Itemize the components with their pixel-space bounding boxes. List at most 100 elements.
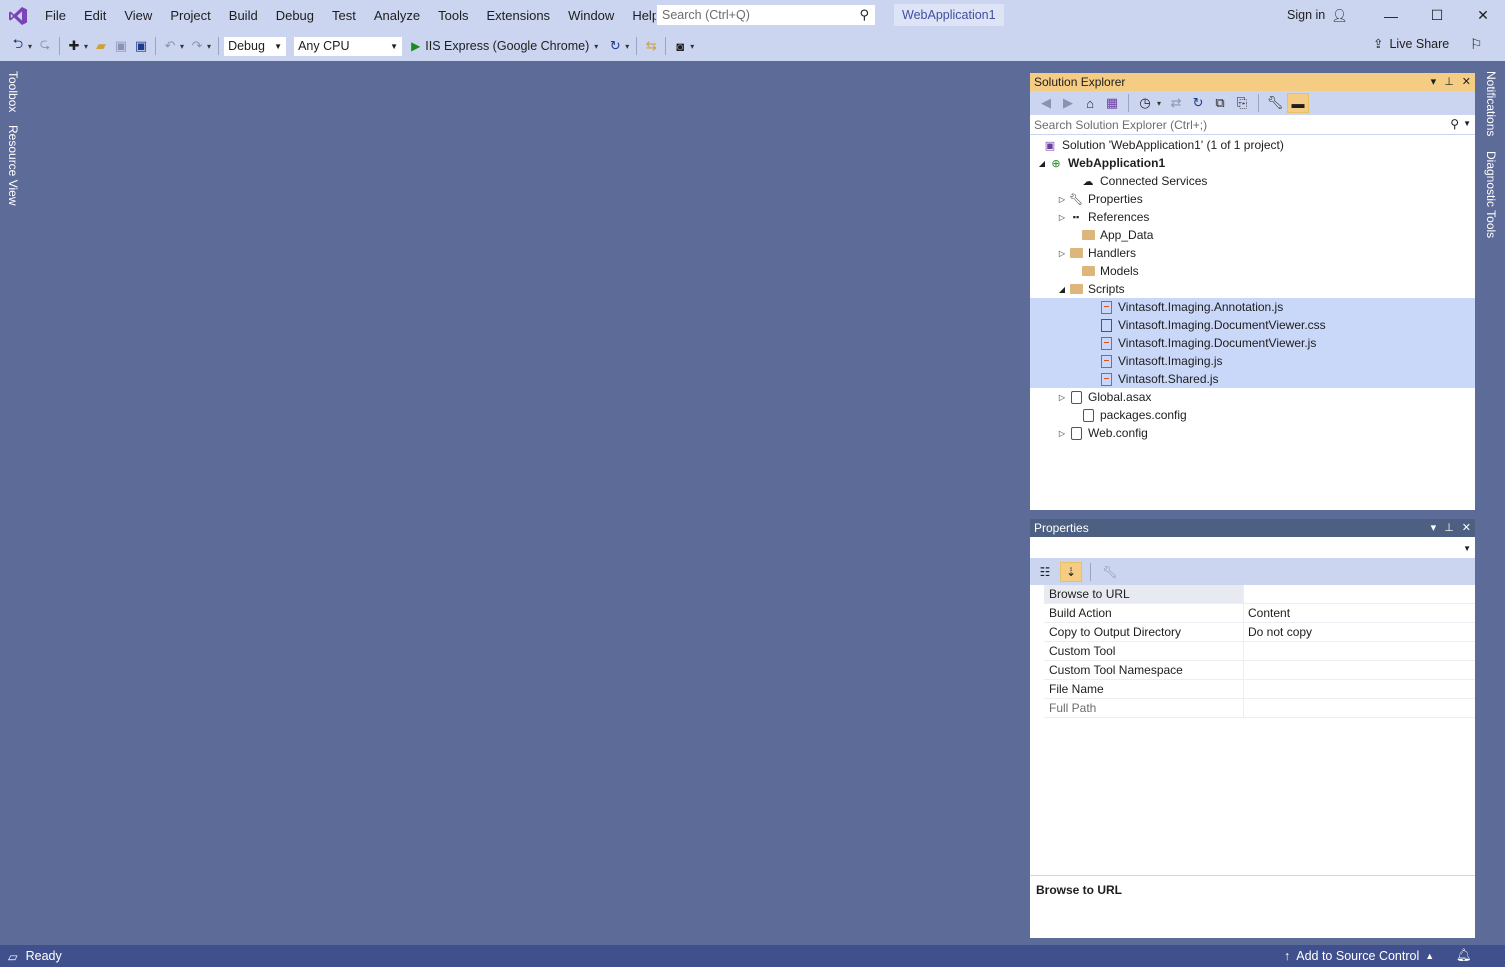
navigate-back-dropdown-icon[interactable]: ▾ (28, 42, 32, 51)
feedback-icon[interactable]: ⚐ (1470, 36, 1483, 53)
add-to-source-control-button[interactable]: ↑ Add to Source Control ▲ (1284, 945, 1434, 967)
undo-dropdown-icon[interactable]: ▾ (180, 42, 184, 51)
navigate-back-icon[interactable]: ⮌ (8, 36, 28, 56)
notification-bell-icon[interactable]: 🔔︎ (1456, 948, 1472, 963)
redo-dropdown-icon[interactable]: ▾ (207, 42, 211, 51)
menu-extensions[interactable]: Extensions (477, 0, 559, 31)
tree-item[interactable]: ☁ Connected Services (1030, 172, 1475, 190)
maximize-button[interactable]: ☐ (1414, 0, 1460, 31)
collapse-all-icon[interactable]: ⧉ (1210, 93, 1230, 113)
close-icon[interactable]: ✕ (1462, 519, 1471, 537)
solution-explorer-search-input[interactable]: Search Solution Explorer (Ctrl+;) ⚲ ▼ (1030, 115, 1475, 135)
close-button[interactable]: ✕ (1460, 0, 1505, 31)
menu-tools[interactable]: Tools (429, 0, 477, 31)
tree-item[interactable]: ▷ ▪▪ References (1030, 208, 1475, 226)
notifications-tab[interactable]: Notifications (1484, 71, 1498, 136)
object-selector[interactable]: ▼ (1030, 537, 1475, 559)
window-position-dropdown-icon[interactable]: ▾ (1431, 73, 1437, 91)
menu-analyze[interactable]: Analyze (365, 0, 429, 31)
pin-icon[interactable]: ⊥ (1444, 519, 1454, 537)
start-debugging-button[interactable]: ▶ IIS Express (Google Chrome) ▾ (411, 39, 601, 53)
redo-icon[interactable]: ↷ (187, 36, 207, 56)
open-folder-icon[interactable]: ▰ (91, 36, 111, 56)
back-icon[interactable]: ◀ (1036, 93, 1056, 113)
property-value[interactable] (1244, 680, 1475, 698)
expand-toggle-icon[interactable]: ◢ (1036, 159, 1048, 168)
browser-link-icon[interactable]: ⇆ (641, 36, 661, 56)
sign-in-button[interactable]: Sign in 👤︎ (1287, 0, 1348, 31)
filter-dropdown-icon[interactable]: ▾ (1157, 99, 1161, 108)
property-row[interactable]: Custom Tool Namespace (1044, 661, 1475, 680)
property-pages-icon[interactable]: 🔧︎ (1099, 562, 1121, 582)
undo-icon[interactable]: ↶ (160, 36, 180, 56)
tree-item[interactable]: Vintasoft.Imaging.Annotation.js (1030, 298, 1475, 316)
live-share-button[interactable]: ⇪ Live Share (1373, 36, 1449, 52)
expand-toggle-icon[interactable]: ▷ (1056, 249, 1068, 258)
tree-item[interactable]: ▣ Solution 'WebApplication1' (1 of 1 proj… (1030, 136, 1475, 154)
menu-debug[interactable]: Debug (267, 0, 323, 31)
save-icon[interactable]: ▣ (111, 36, 131, 56)
menu-edit[interactable]: Edit (75, 0, 115, 31)
menu-project[interactable]: Project (161, 0, 219, 31)
tree-item[interactable]: ▷ Global.asax (1030, 388, 1475, 406)
expand-toggle-icon[interactable]: ▷ (1056, 429, 1068, 438)
tree-item[interactable]: App_Data (1030, 226, 1475, 244)
close-icon[interactable]: ✕ (1462, 73, 1471, 91)
pending-changes-filter-icon[interactable]: ◷ (1135, 93, 1155, 113)
save-all-icon[interactable]: ▣ (131, 36, 151, 56)
sync-icon[interactable]: ⇄ (1166, 93, 1186, 113)
property-value[interactable] (1244, 642, 1475, 660)
new-project-dropdown-icon[interactable]: ▾ (84, 42, 88, 51)
search-input[interactable]: Search (Ctrl+Q) ⚲ (656, 4, 876, 26)
resource-view-tab[interactable]: Resource View (6, 125, 20, 205)
minimize-button[interactable]: — (1368, 0, 1414, 31)
switch-views-icon[interactable]: ▦ (1102, 93, 1122, 113)
property-row[interactable]: Custom Tool (1044, 642, 1475, 661)
property-row[interactable]: File Name (1044, 680, 1475, 699)
tree-item[interactable]: Vintasoft.Shared.js (1030, 370, 1475, 388)
toolbar-overflow-icon[interactable]: ▾ (690, 42, 694, 51)
search-options-dropdown-icon[interactable]: ▼ (1463, 119, 1471, 128)
navigate-forward-icon[interactable]: ⮎ (35, 36, 55, 56)
property-row[interactable]: Copy to Output Directory Do not copy (1044, 623, 1475, 642)
property-row[interactable]: Browse to URL (1044, 585, 1475, 604)
platform-select[interactable]: Any CPU ▼ (293, 35, 404, 57)
expand-toggle-icon[interactable]: ▷ (1056, 213, 1068, 222)
toolbox-tab[interactable]: Toolbox (6, 71, 20, 112)
refresh-icon[interactable]: ↻ (605, 36, 625, 56)
properties-wrench-icon[interactable]: 🔧︎ (1265, 93, 1285, 113)
pin-icon[interactable]: ⊥ (1444, 73, 1454, 91)
tree-item[interactable]: ▷ 🔧︎ Properties (1030, 190, 1475, 208)
forward-icon[interactable]: ▶ (1058, 93, 1078, 113)
menu-test[interactable]: Test (323, 0, 365, 31)
tree-item[interactable]: Vintasoft.Imaging.js (1030, 352, 1475, 370)
menu-view[interactable]: View (115, 0, 161, 31)
expand-toggle-icon[interactable]: ◢ (1056, 285, 1068, 294)
tree-item[interactable]: Models (1030, 262, 1475, 280)
property-row[interactable]: Build Action Content (1044, 604, 1475, 623)
show-all-files-icon[interactable]: ⎘ (1232, 93, 1252, 113)
refresh-dropdown-icon[interactable]: ▾ (625, 42, 629, 51)
property-value[interactable] (1244, 661, 1475, 679)
tree-item[interactable]: packages.config (1030, 406, 1475, 424)
preview-selected-items-icon[interactable]: ▬ (1287, 93, 1310, 113)
tree-item[interactable]: ◢ ⊕ WebApplication1 (1030, 154, 1475, 172)
categorized-icon[interactable]: ☷ (1034, 562, 1056, 582)
run-target-dropdown-icon[interactable]: ▾ (594, 42, 598, 51)
menu-build[interactable]: Build (220, 0, 267, 31)
diagnostic-tools-tab[interactable]: Diagnostic Tools (1484, 151, 1498, 238)
expand-toggle-icon[interactable]: ▷ (1056, 393, 1068, 402)
refresh-icon[interactable]: ↻ (1188, 93, 1208, 113)
property-row[interactable]: Full Path (1044, 699, 1475, 718)
menu-file[interactable]: File (36, 0, 75, 31)
property-value[interactable]: Content (1244, 604, 1475, 622)
configuration-select[interactable]: Debug ▼ (223, 35, 288, 57)
window-position-dropdown-icon[interactable]: ▾ (1431, 519, 1437, 537)
property-value[interactable]: Do not copy (1244, 623, 1475, 641)
property-value[interactable] (1244, 585, 1475, 603)
screenshot-icon[interactable]: ◙ (670, 36, 690, 56)
tree-item[interactable]: ◢ Scripts (1030, 280, 1475, 298)
property-value[interactable] (1244, 699, 1475, 717)
home-icon[interactable]: ⌂ (1080, 93, 1100, 113)
tree-item[interactable]: ▷ Handlers (1030, 244, 1475, 262)
